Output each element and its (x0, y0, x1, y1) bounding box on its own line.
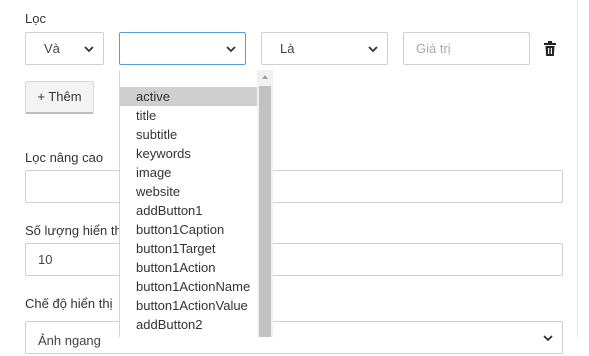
scroll-up-arrow-icon[interactable] (257, 70, 273, 84)
dropdown-option[interactable]: subtitle (120, 125, 257, 144)
dropdown-option[interactable]: button1ActionValue (120, 296, 257, 315)
operator-select-value: Là (280, 41, 295, 56)
filter-title: Lọc (25, 11, 46, 26)
chevron-down-icon (226, 46, 236, 53)
add-filter-button[interactable]: + Thêm (25, 81, 94, 114)
dropdown-option[interactable]: addButton1 (120, 201, 257, 220)
logic-select[interactable]: Và (25, 32, 104, 65)
operator-select[interactable]: Là (261, 32, 388, 65)
chevron-down-icon (368, 46, 378, 53)
display-count-label: Số lượng hiển thị (25, 223, 125, 238)
value-input-placeholder: Giá trị (416, 41, 451, 56)
display-mode-label: Chế độ hiển thị (25, 296, 113, 311)
dropdown-option[interactable]: image (120, 163, 257, 182)
dropdown-options: active title subtitle keywords image website a… (120, 87, 257, 334)
scrollbar-thumb[interactable] (259, 86, 271, 337)
dropdown-option[interactable]: active (120, 87, 257, 106)
advanced-filter-input[interactable] (25, 170, 563, 203)
dropdown-option[interactable]: button1ActionName (120, 277, 257, 296)
dropdown-scrollbar[interactable] (257, 70, 273, 337)
chevron-down-icon (84, 46, 94, 53)
logic-select-value: Và (44, 41, 60, 56)
value-input[interactable]: Giá trị (403, 32, 530, 65)
display-count-value: 10 (38, 252, 53, 267)
display-count-input[interactable]: 10 (25, 243, 563, 276)
panel-right-border (577, 0, 578, 337)
dropdown-option[interactable]: button1Action (120, 258, 257, 277)
dropdown-option[interactable]: button1Target (120, 239, 257, 258)
dropdown-option[interactable]: title (120, 106, 257, 125)
advanced-filter-label: Lọc nâng cao (25, 150, 104, 165)
dropdown-option[interactable]: website (120, 182, 257, 201)
dropdown-option[interactable]: button1Caption (120, 220, 257, 239)
dropdown-option[interactable]: keywords (120, 144, 257, 163)
display-mode-select[interactable]: Ảnh ngang (25, 321, 563, 354)
trash-icon[interactable] (543, 41, 557, 57)
display-mode-value: Ảnh ngang (38, 333, 101, 348)
dropdown-option[interactable]: addButton2 (120, 315, 257, 334)
field-dropdown-list[interactable]: active title subtitle keywords image website a… (119, 70, 273, 337)
chevron-down-icon (543, 335, 553, 342)
field-select[interactable] (119, 32, 246, 65)
